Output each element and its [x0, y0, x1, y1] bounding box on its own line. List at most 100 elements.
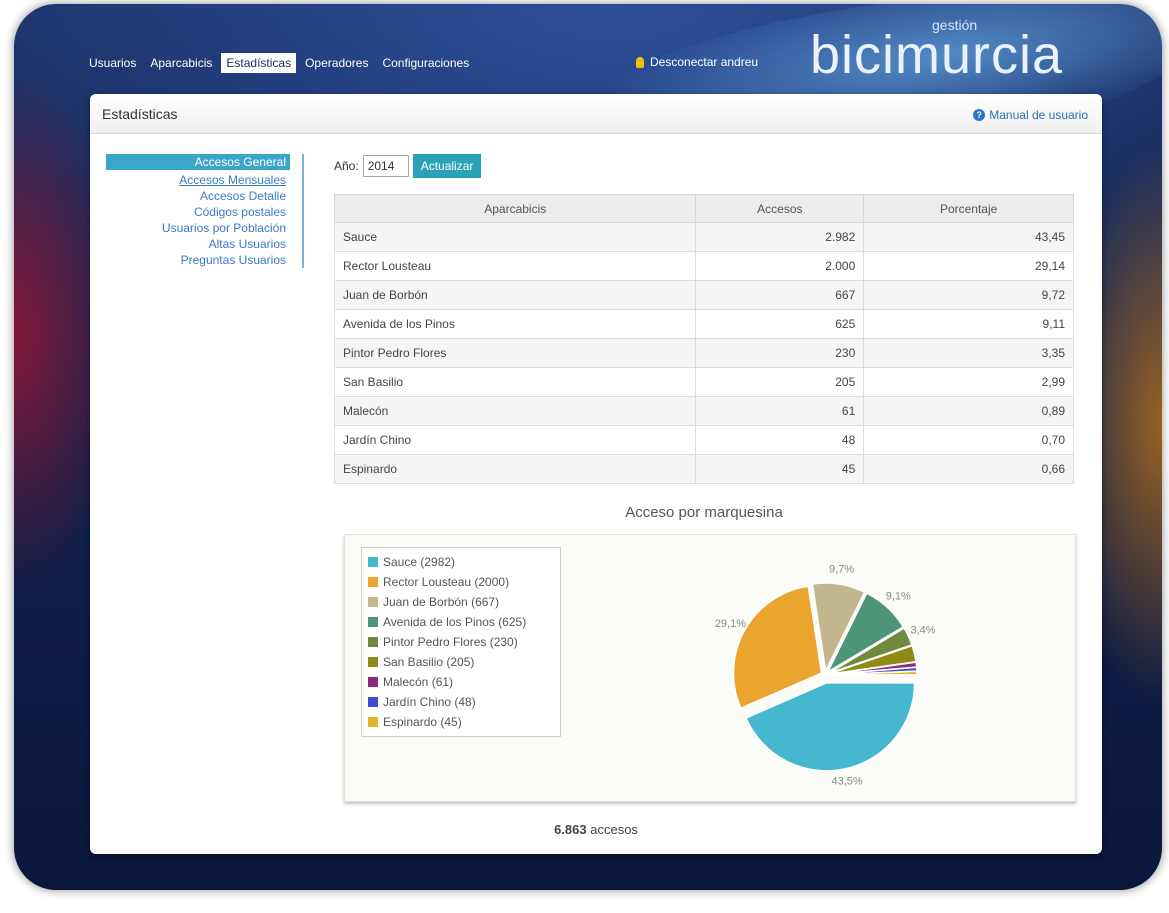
cell-name: San Basilio: [333, 367, 697, 397]
year-filter: Año: Actualizar: [334, 154, 482, 178]
legend-swatch: [368, 657, 378, 667]
cell-porcentaje: 0,70: [863, 425, 1074, 455]
page-title: Estadísticas: [102, 106, 178, 122]
cell-accesos: 2.000: [695, 251, 865, 281]
cell-name: Sauce: [333, 222, 697, 252]
pie-slice[interactable]: [732, 585, 823, 710]
cell-accesos: 230: [695, 338, 865, 368]
sidebar: Accesos General Accesos Mensuales Acceso…: [106, 154, 304, 268]
legend-item[interactable]: Pintor Pedro Flores (230): [368, 632, 554, 652]
access-table: Aparcabicis Accesos Porcentaje Sauce 2.9…: [333, 194, 1074, 484]
legend-item[interactable]: San Basilio (205): [368, 652, 554, 672]
legend-item[interactable]: Jardín Chino (48): [368, 692, 554, 712]
disconnect-link[interactable]: Desconectar andreu: [636, 55, 758, 69]
cell-porcentaje: 0,89: [863, 396, 1074, 426]
year-label: Año:: [334, 159, 359, 173]
nav-configuraciones[interactable]: Configuraciones: [377, 53, 474, 73]
column-header-aparcabicis: Aparcabicis: [333, 194, 697, 223]
column-header-accesos: Accesos: [695, 194, 865, 223]
table-row: Pintor Pedro Flores 230 3,35: [333, 338, 1074, 368]
legend-item[interactable]: Malecón (61): [368, 672, 554, 692]
total-accesses: 6.863 accesos: [90, 822, 1102, 837]
chart-title: Acceso por marquesina: [625, 504, 783, 521]
cell-accesos: 48: [695, 425, 865, 455]
legend-item[interactable]: Espinardo (45): [368, 712, 554, 732]
cell-name: Espinardo: [333, 454, 697, 484]
column-header-porcentaje: Porcentaje: [863, 194, 1074, 223]
legend-item[interactable]: Rector Lousteau (2000): [368, 572, 554, 592]
update-button[interactable]: Actualizar: [412, 154, 482, 178]
cell-name: Malecón: [333, 396, 697, 426]
manual-link[interactable]: ? Manual de usuario: [973, 108, 1088, 122]
table-row: Avenida de los Pinos 625 9,11: [333, 309, 1074, 339]
pie-slice-label: 3,4%: [910, 625, 935, 637]
chart-legend: Sauce (2982) Rector Lousteau (2000) Juan d…: [361, 547, 561, 737]
legend-item[interactable]: Avenida de los Pinos (625): [368, 612, 554, 632]
legend-label: Rector Lousteau (2000): [383, 575, 510, 589]
cell-porcentaje: 9,72: [863, 280, 1074, 310]
cell-porcentaje: 43,45: [863, 222, 1074, 252]
manual-label: Manual de usuario: [989, 108, 1088, 122]
sidebar-item-accesos-mensuales[interactable]: Accesos Mensuales: [106, 172, 290, 188]
cell-porcentaje: 2,99: [863, 367, 1074, 397]
sidebar-item-preguntas-usuarios[interactable]: Preguntas Usuarios: [106, 252, 290, 268]
cell-porcentaje: 29,14: [863, 251, 1074, 281]
pie-slice-label: 29,1%: [715, 618, 746, 630]
sidebar-item-codigos-postales[interactable]: Códigos postales: [106, 204, 290, 220]
pie-slice[interactable]: [744, 682, 916, 772]
cell-accesos: 45: [695, 454, 865, 484]
table-row: San Basilio 205 2,99: [333, 367, 1074, 397]
cell-porcentaje: 0,66: [863, 454, 1074, 484]
legend-swatch: [368, 577, 378, 587]
logo: gestión bicimurcia: [810, 14, 1110, 85]
lightbulb-icon: [636, 56, 644, 68]
pie-slice-label: 9,7%: [829, 563, 854, 575]
cell-name: Pintor Pedro Flores: [333, 338, 697, 368]
table-row: Juan de Borbón 667 9,72: [333, 280, 1074, 310]
legend-label: Malecón (61): [383, 675, 454, 689]
legend-swatch: [368, 597, 378, 607]
year-input[interactable]: [362, 155, 409, 177]
legend-label: San Basilio (205): [383, 655, 475, 669]
legend-item[interactable]: Sauce (2982): [368, 552, 554, 572]
cell-accesos: 61: [695, 396, 865, 426]
cell-accesos: 205: [695, 367, 865, 397]
sidebar-item-altas-usuarios[interactable]: Altas Usuarios: [106, 236, 290, 252]
legend-swatch: [368, 677, 378, 687]
legend-item[interactable]: Juan de Borbón (667): [368, 592, 554, 612]
cell-name: Avenida de los Pinos: [333, 309, 697, 339]
cell-accesos: 2.982: [695, 222, 865, 252]
legend-label: Jardín Chino (48): [383, 695, 476, 709]
cell-porcentaje: 3,35: [863, 338, 1074, 368]
sidebar-item-usuarios-poblacion[interactable]: Usuarios por Población: [106, 220, 290, 236]
total-value: 6.863: [554, 822, 587, 837]
nav-operadores[interactable]: Operadores: [300, 53, 373, 73]
sidebar-item-accesos-detalle[interactable]: Accesos Detalle: [106, 188, 290, 204]
cell-porcentaje: 9,11: [863, 309, 1074, 339]
cell-accesos: 667: [695, 280, 865, 310]
table-header-row: Aparcabicis Accesos Porcentaje: [333, 194, 1074, 223]
legend-label: Pintor Pedro Flores (230): [383, 635, 518, 649]
cell-name: Juan de Borbón: [333, 280, 697, 310]
help-icon: ?: [973, 109, 986, 121]
nav-usuarios[interactable]: Usuarios: [84, 53, 141, 73]
legend-label: Espinardo (45): [383, 715, 462, 729]
cell-name: Rector Lousteau: [333, 251, 697, 281]
cell-name: Jardín Chino: [333, 425, 697, 455]
sidebar-item-accesos-general[interactable]: Accesos General: [106, 154, 290, 170]
nav-estadisticas[interactable]: Estadísticas: [221, 53, 297, 73]
legend-swatch: [368, 557, 378, 567]
pie-slice-label: 9,1%: [886, 591, 911, 603]
table-row: Rector Lousteau 2.000 29,14: [333, 251, 1074, 281]
legend-swatch: [368, 717, 378, 727]
total-suffix: accesos: [590, 822, 638, 837]
nav-aparcabicis[interactable]: Aparcabicis: [145, 53, 217, 73]
panel-header: Estadísticas ? Manual de usuario: [90, 94, 1102, 134]
logo-text: bicimurcia: [810, 25, 1064, 85]
table-row: Jardín Chino 48 0,70: [333, 425, 1074, 455]
disconnect-label: Desconectar andreu: [650, 55, 759, 69]
legend-label: Juan de Borbón (667): [383, 595, 500, 609]
top-nav: Usuarios Aparcabicis Estadísticas Operad…: [84, 52, 478, 74]
pie-chart: 43,5% 29,1% 9,7% 9,1% 3,4% Sauce (2982) Recto…: [344, 534, 1076, 802]
table-row: Sauce 2.982 43,45: [333, 222, 1074, 252]
